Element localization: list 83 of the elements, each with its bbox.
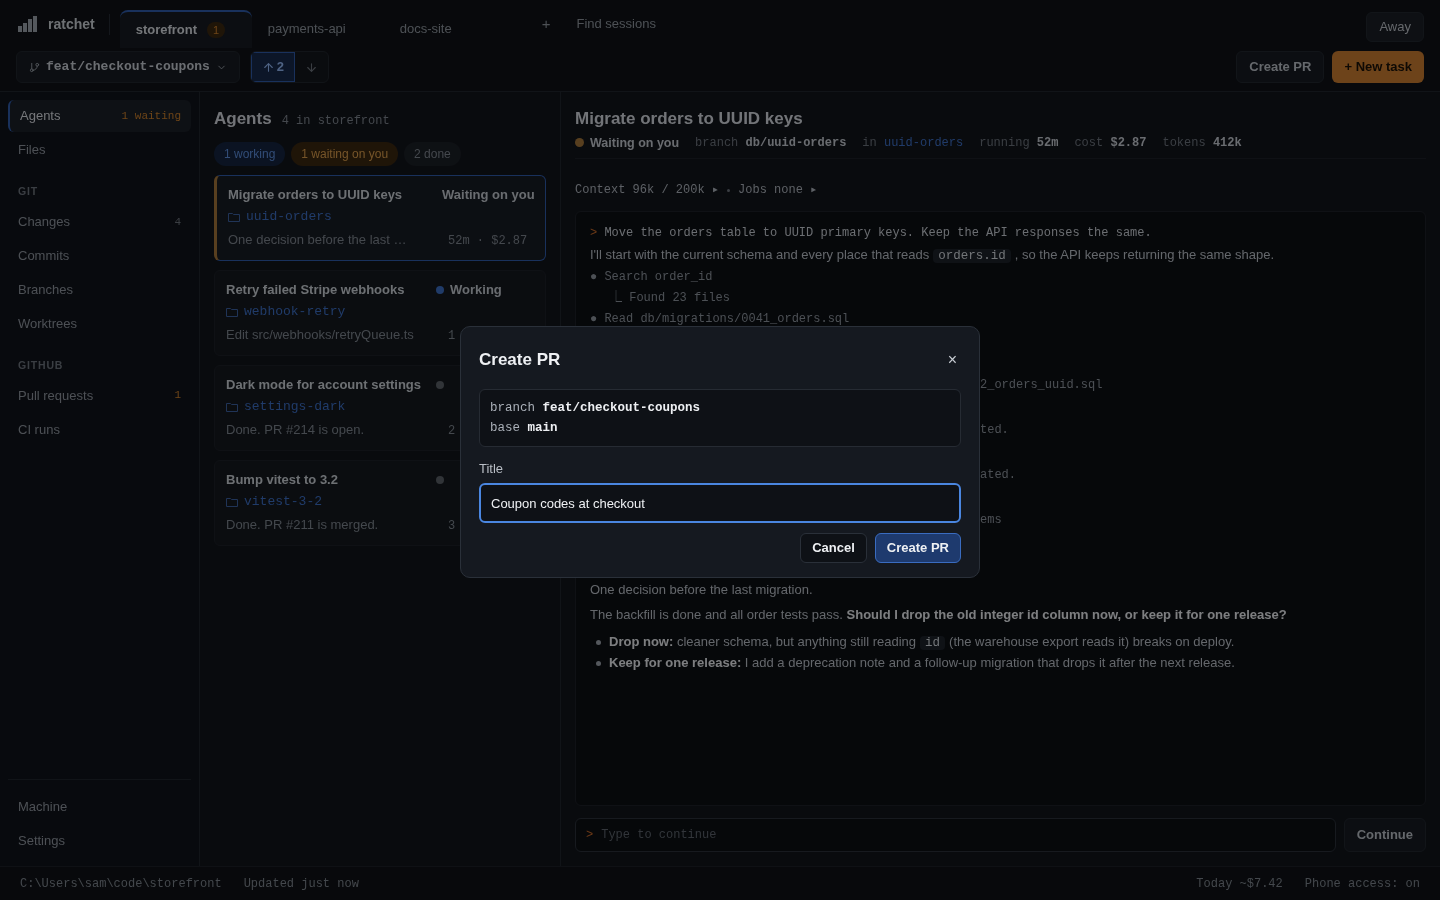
filter-chip[interactable]: 1 working — [214, 141, 286, 166]
find-sessions-button[interactable]: Find sessions — [576, 14, 656, 34]
agent-card[interactable]: Migrate orders to UUID keys Waiting on you uuid-orders One decision before the last … 52m · $2.87 — [214, 174, 546, 261]
sidebar-item[interactable]: Files — [8, 134, 191, 166]
field-label: Title — [479, 459, 505, 478]
sidebar-item[interactable]: Pull requests 1 — [8, 379, 191, 412]
branch-dropdown[interactable]: feat/checkout-coupons — [16, 51, 240, 83]
transcript-line: ted. — [980, 423, 1009, 438]
item-count: 1 — [174, 388, 181, 404]
status-label: Waiting on you — [590, 134, 680, 152]
card-meta: 1 — [448, 328, 456, 343]
push-button[interactable]: 2 — [250, 52, 296, 82]
jobs-toggle[interactable]: Jobs none ▸ — [738, 181, 818, 200]
item-count: 1 waiting — [121, 108, 181, 124]
message-text: I'll start with the current schema and every place that reads orders.id , so the API keeps returning the same shape. — [590, 246, 1276, 266]
status-label: Waiting on you — [442, 185, 535, 204]
tab-badge: 1 — [207, 21, 226, 39]
sidebar-item[interactable]: Branches — [8, 273, 191, 306]
context-toggle[interactable]: Context 96k / 200k ▸ — [575, 181, 720, 200]
card-meta: 52m · $2.87 — [448, 233, 528, 248]
card-description: Edit src/webhooks/retryQueue.ts — [226, 325, 414, 344]
session-tab[interactable]: docs-site — [383, 10, 516, 48]
task-title: Migrate orders to UUID keys — [575, 108, 804, 130]
message-text: One decision before the last migration. — [590, 581, 814, 600]
new-tab-button[interactable]: + — [535, 12, 557, 36]
bullet-text: Drop now: cleaner schema, but anything still reading id (the warehouse export reads it) breaks on deploy. — [609, 633, 1235, 653]
panel-title: Agents — [214, 108, 272, 130]
status-updated: Updated just now — [243, 875, 359, 893]
card-title: Dark mode for account settings — [226, 375, 422, 394]
submit-button[interactable]: Create PR — [874, 533, 961, 563]
bullet-text: Keep for one release: I add a deprecation note and a follow-up migration that drops it after the next release. — [609, 654, 1235, 673]
status-label: Working — [450, 280, 502, 299]
title-input[interactable]: Coupon codes at checkout — [479, 483, 961, 523]
continue-button[interactable]: Continue — [1343, 818, 1426, 852]
panel-subtitle: 4 in storefront — [281, 113, 390, 130]
bullet-icon — [596, 661, 601, 667]
status-cost: Today ~$7.42 — [1196, 875, 1283, 893]
action-button[interactable]: + New task — [1332, 51, 1424, 83]
transcript-line: 2_orders_uuid.sql — [980, 378, 1103, 393]
logo-icon — [18, 16, 38, 32]
close-button[interactable]: × — [947, 347, 957, 372]
status-path: C:\Users\sam\code\storefront — [20, 875, 222, 893]
filter-chip[interactable]: 1 waiting on you — [291, 141, 399, 166]
sidebar-item[interactable]: Machine — [8, 790, 191, 824]
worktree-link[interactable]: uuid-orders — [246, 207, 332, 226]
worktree-link[interactable]: webhook-retry — [244, 302, 346, 321]
folder-icon — [228, 211, 240, 222]
tool-call-line: ● Read db/migrations/0041_orders.sql — [590, 311, 851, 329]
sidebar-item[interactable]: Commits — [8, 239, 191, 272]
card-description: One decision before the last … — [228, 230, 407, 249]
arrow-up-icon — [261, 60, 275, 74]
session-tab[interactable]: payments-api — [251, 10, 384, 48]
arrow-down-icon — [305, 60, 319, 74]
away-button[interactable]: Away — [1366, 12, 1424, 42]
folder-icon — [226, 401, 238, 412]
filter-chip[interactable]: 2 done — [404, 141, 461, 166]
prompt-icon: > — [586, 826, 594, 844]
sidebar-item[interactable]: Worktrees — [8, 307, 191, 340]
tool-result-line: ⎿ Found 23 files — [609, 289, 732, 308]
folder-icon — [226, 306, 238, 317]
action-button[interactable]: Create PR — [1236, 51, 1325, 83]
bullet-icon — [596, 640, 601, 646]
card-meta: 2 — [448, 423, 456, 438]
cancel-button[interactable]: Cancel — [800, 533, 867, 563]
tool-call-line: ● Search order_id — [590, 269, 714, 287]
sidebar-item[interactable]: CI runs — [8, 413, 191, 446]
app-name: ratchet — [48, 13, 110, 35]
card-meta: 3 — [448, 518, 456, 533]
session-tab[interactable]: storefront 1 — [119, 10, 252, 48]
card-title: Retry failed Stripe webhooks — [226, 280, 405, 299]
sidebar-item[interactable]: Settings — [8, 824, 191, 858]
transcript-line: ated. — [980, 468, 1016, 483]
folder-icon — [226, 496, 238, 507]
status-phone: Phone access: on — [1304, 875, 1420, 893]
worktree-link[interactable]: settings-dark — [244, 397, 346, 416]
transcript-line: ems — [980, 513, 1002, 528]
prompt-line: > Move the orders table to UUID primary keys. Keep the API responses the same. — [590, 225, 1153, 243]
branch-icon — [29, 61, 40, 73]
message-text: The backfill is done and all order tests pass. Should I drop the old integer id column now, or keep it for one release? — [590, 606, 1288, 625]
card-title: Bump vitest to 3.2 — [226, 470, 338, 489]
worktree-link[interactable]: vitest-3-2 — [244, 492, 322, 511]
sidebar-item[interactable]: Agents 1 waiting — [8, 100, 191, 132]
card-title: Migrate orders to UUID keys — [228, 185, 403, 204]
